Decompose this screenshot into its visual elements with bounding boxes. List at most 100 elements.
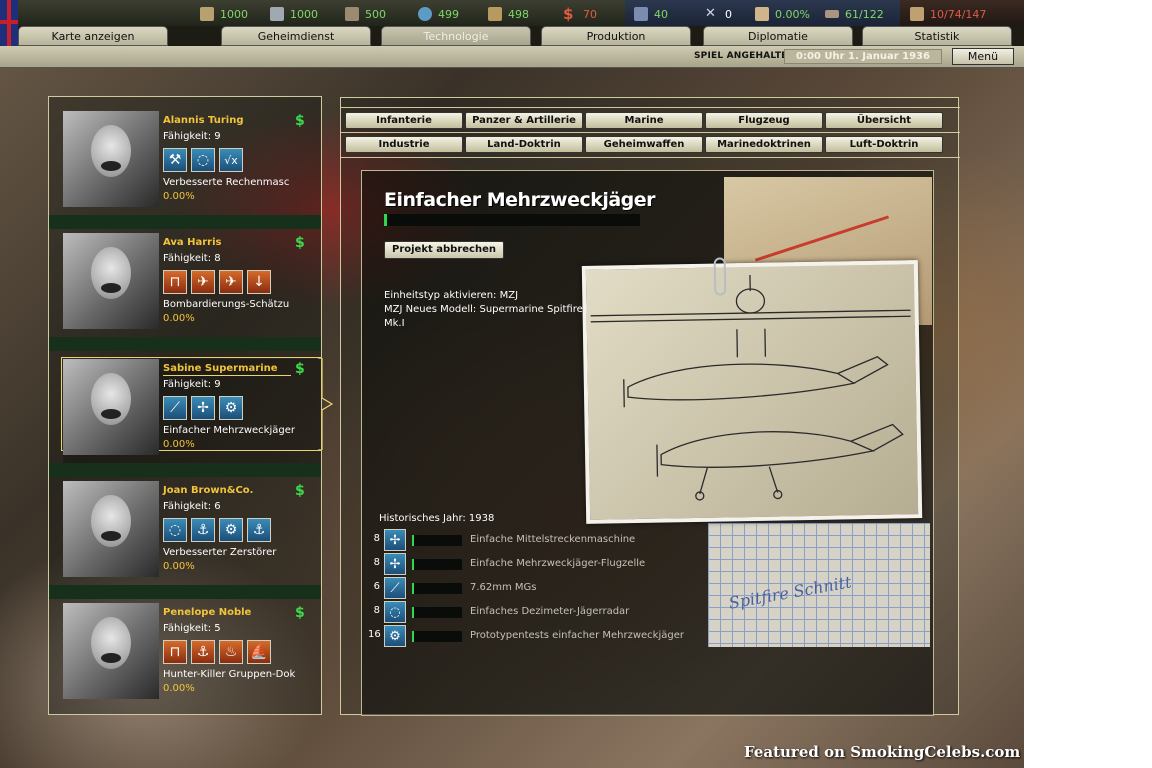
tab-map[interactable]: Karte anzeigen <box>18 26 168 46</box>
menu-button[interactable]: Menü <box>952 48 1014 65</box>
requirement-label: Einfache Mittelstreckenmaschine <box>470 534 636 545</box>
resource-value: 499 <box>438 7 459 21</box>
resource-value: 0 <box>725 7 732 21</box>
category-aircraft[interactable]: Flugzeug <box>705 112 823 129</box>
gears-icon: ⚙ <box>219 396 243 420</box>
category-secret-weapons[interactable]: Geheimwaffen <box>585 136 703 153</box>
requirement-row[interactable]: 8 ✢ Einfache Mittelstreckenmaschine <box>368 529 698 551</box>
resource-dissent[interactable]: 0.00% <box>755 5 810 23</box>
dollar-icon: $ <box>295 483 305 499</box>
requirement-progress-bar <box>412 607 462 618</box>
requirement-row[interactable]: 16 ⚙ Prototypentests einfacher Mehrzweck… <box>368 625 698 647</box>
cancel-project-button[interactable]: Projekt abbrechen <box>384 241 504 259</box>
requirement-points: 6 <box>373 581 380 592</box>
tab-diplomacy[interactable]: Diplomatie <box>703 26 853 46</box>
scientist-card[interactable]: Penelope Noble $ Fähigkeit: 5 ⊓ ⚓ ♨ ⛵ Hu… <box>63 603 321 713</box>
specialty-icons: ⚒ ◌ √x <box>163 148 243 172</box>
lightbulb-icon: ◌ <box>191 148 215 172</box>
resource-oil[interactable]: 499 <box>418 5 459 23</box>
category-armor-artillery[interactable]: Panzer & Artillerie <box>465 112 583 129</box>
game-screen: 1000 1000 500 499 498 $ 70 40 ✕ 0 0.00% … <box>0 0 1024 768</box>
scientist-photo <box>63 111 159 207</box>
scientist-card-selected[interactable]: Sabine Supermarine $ Fähigkeit: 9 ⟋ ✢ ⚙ … <box>49 357 321 477</box>
resource-value: 498 <box>508 7 529 21</box>
project-effects: Einheitstyp aktivieren: MZJ MZJ Neues Mo… <box>384 289 584 331</box>
resource-manpower[interactable]: 40 <box>634 5 668 23</box>
project-progress-bar <box>384 214 640 226</box>
resource-supplies[interactable]: 498 <box>488 5 529 23</box>
resource-divisions[interactable]: 10/74/147 <box>910 5 986 23</box>
requirement-progress-bar <box>412 535 462 546</box>
divider <box>49 337 321 351</box>
scientist-name: Sabine Supermarine <box>163 363 278 374</box>
research-panel: Infanterie Panzer & Artillerie Marine Fl… <box>340 97 960 716</box>
scientist-name: Penelope Noble <box>163 607 252 618</box>
scientist-photo <box>63 233 159 329</box>
category-infantry[interactable]: Infanterie <box>345 112 463 129</box>
specialty-icons: ⊓ ⚓ ♨ ⛵ <box>163 640 271 664</box>
project-detail: Spitfire Schnitt Einfacher Mehrzweckjäge… <box>361 170 934 716</box>
scientist-skill: Fähigkeit: 5 <box>163 623 221 634</box>
scientist-card[interactable]: Joan Brown&Co. $ Fähigkeit: 6 ◌ ⚓ ⚙ ⚓ Ve… <box>49 481 321 599</box>
energy-icon <box>200 7 214 21</box>
scientist-progress: 0.00% <box>163 561 195 572</box>
project-title: Einfacher Mehrzweckjäger <box>384 189 656 211</box>
category-industry[interactable]: Industrie <box>345 136 463 153</box>
category-naval[interactable]: Marine <box>585 112 703 129</box>
bomber-icon: ✈ <box>219 270 243 294</box>
scientist-skill: Fähigkeit: 8 <box>163 253 221 264</box>
wrench-icon: ⚒ <box>163 148 187 172</box>
scientist-name: Joan Brown&Co. <box>163 485 254 496</box>
resource-transports[interactable]: ✕ 0 <box>705 5 732 23</box>
tab-production[interactable]: Produktion <box>541 26 691 46</box>
requirement-row[interactable]: 8 ◌ Einfaches Dezimeter-Jägerradar <box>368 601 698 623</box>
gears-icon: ⚙ <box>384 625 406 647</box>
resource-rare-materials[interactable]: 500 <box>345 5 386 23</box>
dollar-icon: $ <box>295 235 305 251</box>
anchor-icon: ⚓ <box>191 518 215 542</box>
category-air-doctrine[interactable]: Luft-Doktrin <box>825 136 943 153</box>
scientist-photo <box>63 359 159 455</box>
tab-statistics[interactable]: Statistik <box>862 26 1012 46</box>
category-naval-doctrines[interactable]: Marinedoktrinen <box>705 136 823 153</box>
resource-value: 1000 <box>290 7 318 21</box>
country-flag[interactable] <box>0 0 18 46</box>
category-land-doctrine[interactable]: Land-Doktrin <box>465 136 583 153</box>
category-overview[interactable]: Übersicht <box>825 112 943 129</box>
tab-intelligence[interactable]: Geheimdienst <box>221 26 371 46</box>
graph-note: Spitfire Schnitt <box>727 572 853 613</box>
blueprint-image <box>581 257 923 524</box>
scientist-project: Verbesserter Zerstörer <box>163 547 277 558</box>
scientist-skill: Fähigkeit: 9 <box>163 379 221 390</box>
gears-icon: ⚙ <box>219 518 243 542</box>
effect-line: Einheitstyp aktivieren: MZJ <box>384 290 519 301</box>
graph-paper-image: Spitfire Schnitt <box>708 523 930 647</box>
lightbulb-icon: ◌ <box>384 601 406 623</box>
propeller-icon: ✢ <box>191 396 215 420</box>
date-display: 0:00 Uhr 1. Januar 1936 <box>784 49 942 64</box>
resource-metal[interactable]: 1000 <box>270 5 318 23</box>
resource-energy[interactable]: 1000 <box>200 5 248 23</box>
resource-value: 1000 <box>220 7 248 21</box>
resource-money[interactable]: $ 70 <box>563 5 597 23</box>
tab-technology[interactable]: Technologie <box>381 26 531 46</box>
historical-year: Historisches Jahr: 1938 <box>379 513 495 524</box>
naval-gun-icon: ⚓ <box>247 518 271 542</box>
scientist-card[interactable]: Ava Harris $ Fähigkeit: 8 ⊓ ✈ ✈ ↓ Bombar… <box>49 233 321 351</box>
progress-fill <box>412 535 414 546</box>
watermark: Featured on SmokingCelebs.com <box>744 743 1021 761</box>
resource-convoys[interactable]: 61/122 <box>825 5 884 23</box>
requirement-row[interactable]: 6 ⟋ 7.62mm MGs <box>368 577 698 599</box>
resource-value: 0.00% <box>775 7 810 21</box>
metal-icon <box>270 7 284 21</box>
specialty-icons: ⊓ ✈ ✈ ↓ <box>163 270 271 294</box>
scientist-card[interactable]: Alannis Turing $ Fähigkeit: 9 ⚒ ◌ √x Ver… <box>49 111 321 229</box>
dollar-icon: $ <box>295 605 305 621</box>
requirement-points: 16 <box>368 629 381 640</box>
resource-value: 40 <box>654 7 668 21</box>
dissent-icon <box>755 7 769 21</box>
rare-materials-icon <box>345 7 359 21</box>
resource-bar: 1000 1000 500 499 498 $ 70 40 ✕ 0 0.00% … <box>0 0 1024 28</box>
requirement-row[interactable]: 8 ✢ Einfache Mehrzweckjäger-Flugzelle <box>368 553 698 575</box>
scientist-project: Hunter-Killer Gruppen-Dok <box>163 669 296 680</box>
